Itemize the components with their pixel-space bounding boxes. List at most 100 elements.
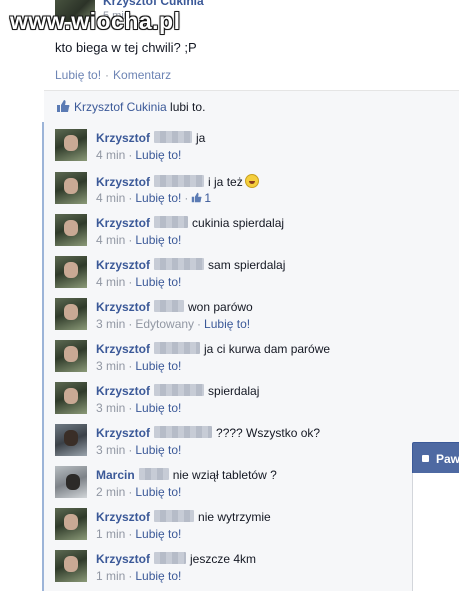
- avatar-face: [64, 220, 78, 236]
- comment-timestamp[interactable]: 3 min: [96, 443, 125, 457]
- commenter-name[interactable]: Krzysztof: [96, 384, 150, 398]
- likes-summary: Krzysztof Cukinia lubi to.: [44, 90, 459, 124]
- comments-thread-line: [42, 122, 44, 591]
- comment: Krzysztof jeszcze 4km 1 min · Lubię to!: [55, 548, 455, 590]
- commenter-name[interactable]: Krzysztof: [96, 510, 150, 524]
- commenter-name[interactable]: Krzysztof: [96, 342, 150, 356]
- commenter-avatar[interactable]: [55, 298, 87, 330]
- separator: ·: [197, 317, 202, 331]
- comment-timestamp[interactable]: 4 min: [96, 233, 125, 247]
- avatar-face: [64, 135, 78, 151]
- tongue-smiley-icon: [244, 174, 259, 188]
- post-text: kto biega w tej chwili? ;P: [55, 40, 197, 55]
- comment-meta: 2 min · Lubię to!: [96, 485, 181, 499]
- comment-body: Krzysztof won parówo: [96, 300, 253, 314]
- post-actions: Lubię to! · Komentarz: [55, 68, 171, 82]
- comment-body: Krzysztof spierdalaj: [96, 384, 259, 398]
- commenter-name[interactable]: Krzysztof: [96, 552, 150, 566]
- comment-like-count[interactable]: 1: [204, 191, 211, 205]
- commenter-name[interactable]: Krzysztof: [96, 426, 150, 440]
- redacted-surname: [154, 258, 205, 270]
- commenter-avatar[interactable]: [55, 256, 87, 288]
- comment: Krzysztof won parówo 3 min · Edytowany · Lubię…: [55, 296, 455, 338]
- separator: ·: [128, 148, 133, 162]
- comment-timestamp[interactable]: 4 min: [96, 275, 125, 289]
- comment-like-link[interactable]: Lubię to!: [135, 359, 181, 373]
- commenter-avatar[interactable]: [55, 214, 87, 246]
- commenter-avatar[interactable]: [55, 172, 87, 204]
- comment: Krzysztof cukinia spierdalaj 4 min · Lubię t…: [55, 212, 455, 254]
- comment-like-link[interactable]: Lubię to!: [135, 569, 181, 583]
- comment-timestamp[interactable]: 3 min: [96, 359, 125, 373]
- commenter-name[interactable]: Marcin: [96, 468, 135, 482]
- comment-text: ???? Wszystko ok?: [216, 426, 321, 440]
- redacted-surname: [154, 300, 185, 312]
- separator: ·: [128, 443, 133, 457]
- comment-like-link[interactable]: Lubię to!: [135, 443, 181, 457]
- commenter-name[interactable]: Krzysztof: [96, 300, 150, 314]
- comment: Krzysztof nie wytrzymie 1 min · Lubię to!: [55, 506, 455, 548]
- comment-timestamp[interactable]: 2 min: [96, 485, 125, 499]
- comment-timestamp[interactable]: 3 min: [96, 401, 125, 415]
- comment-like-link[interactable]: Lubię to!: [135, 191, 181, 205]
- comment: Krzysztof ja 4 min · Lubię to!: [55, 127, 455, 169]
- comment-meta: 4 min · Lubię to!: [96, 233, 181, 247]
- post-author-name[interactable]: Krzysztof Cukinia: [103, 0, 204, 8]
- post-like-link[interactable]: Lubię to!: [55, 68, 101, 82]
- commenter-name[interactable]: Krzysztof: [96, 131, 150, 145]
- avatar-face: [64, 346, 78, 362]
- comment-text: cukinia spierdalaj: [192, 216, 285, 230]
- separator: ·: [128, 485, 133, 499]
- comment-text: sam spierdalaj: [208, 258, 286, 272]
- commenter-name[interactable]: Krzysztof: [96, 175, 150, 189]
- comment-body: Krzysztof ???? Wszystko ok?: [96, 426, 320, 440]
- comment-text: spierdalaj: [208, 384, 260, 398]
- commenter-avatar[interactable]: [55, 129, 87, 161]
- separator: ·: [128, 317, 133, 331]
- comment-body: Krzysztof i ja też: [96, 174, 259, 189]
- commenter-avatar[interactable]: [55, 424, 87, 456]
- comment-meta: 3 min · Lubię to!: [96, 443, 181, 457]
- commenter-avatar[interactable]: [55, 550, 87, 582]
- chat-tab[interactable]: Paw: [412, 442, 459, 475]
- post-comment-link[interactable]: Komentarz: [113, 68, 171, 82]
- separator: ·: [128, 359, 133, 373]
- comment-text: i ja też: [208, 175, 243, 189]
- comment-body: Krzysztof jeszcze 4km: [96, 552, 256, 566]
- commenter-avatar[interactable]: [55, 382, 87, 414]
- commenter-avatar[interactable]: [55, 508, 87, 540]
- liker-name-link[interactable]: Krzysztof Cukinia: [74, 100, 167, 114]
- comment-body: Krzysztof sam spierdalaj: [96, 258, 285, 272]
- comment: Krzysztof ja ci kurwa dam parówe 3 min · Lub…: [55, 338, 455, 380]
- commenter-avatar[interactable]: [55, 466, 87, 498]
- comment-like-link[interactable]: Lubię to!: [135, 485, 181, 499]
- comment-like-link[interactable]: Lubię to!: [135, 401, 181, 415]
- comment-timestamp[interactable]: 1 min: [96, 569, 125, 583]
- avatar-face: [64, 430, 78, 446]
- avatar-face: [64, 304, 78, 320]
- comment-meta: 4 min · Lubię to! · 1: [96, 191, 211, 205]
- redacted-surname: [154, 426, 213, 438]
- comment-timestamp[interactable]: 3 min: [96, 317, 125, 331]
- comment-like-link[interactable]: Lubię to!: [204, 317, 250, 331]
- comment-timestamp[interactable]: 4 min: [96, 148, 125, 162]
- comments-list: Krzysztof ja 4 min · Lubię to! Krzysztof i ja …: [44, 122, 459, 591]
- comment-body: Marcin nie wziął tabletów ?: [96, 468, 277, 482]
- avatar-face: [64, 556, 78, 572]
- thumbs-up-icon: [57, 100, 70, 112]
- commenter-name[interactable]: Krzysztof: [96, 216, 150, 230]
- comment-like-link[interactable]: Lubię to!: [135, 527, 181, 541]
- redacted-surname: [154, 131, 193, 143]
- avatar-face: [64, 514, 78, 530]
- edited-label[interactable]: Edytowany: [135, 317, 194, 331]
- comment-text: nie wytrzymie: [198, 510, 271, 524]
- comment-like-link[interactable]: Lubię to!: [135, 275, 181, 289]
- commenter-avatar[interactable]: [55, 340, 87, 372]
- comment-like-link[interactable]: Lubię to!: [135, 233, 181, 247]
- comment-meta: 1 min · Lubię to!: [96, 527, 181, 541]
- comment-timestamp[interactable]: 4 min: [96, 191, 125, 205]
- comment-timestamp[interactable]: 1 min: [96, 527, 125, 541]
- comment-meta: 4 min · Lubię to!: [96, 275, 181, 289]
- commenter-name[interactable]: Krzysztof: [96, 258, 150, 272]
- comment-like-link[interactable]: Lubię to!: [135, 148, 181, 162]
